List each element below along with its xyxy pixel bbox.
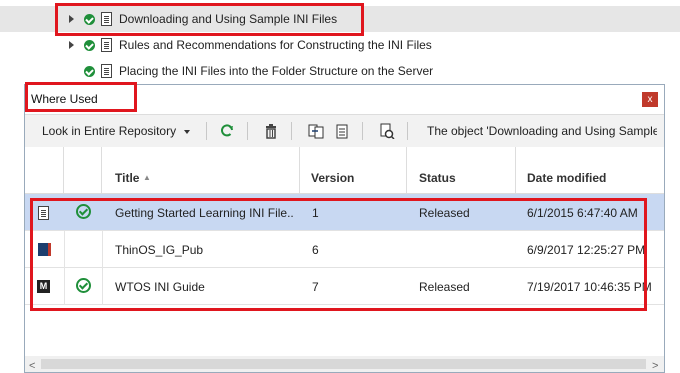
refresh-icon[interactable] [219, 123, 235, 139]
column-header-version-label: Version [311, 171, 355, 185]
column-header-date-modified[interactable]: Date modified [516, 147, 664, 193]
approved-check-icon [84, 39, 95, 51]
document-icon [101, 64, 112, 78]
sort-ascending-icon: ▲ [143, 173, 151, 182]
scroll-left-icon[interactable]: < [29, 360, 35, 372]
highlight-box-results [30, 198, 647, 311]
column-header-type[interactable] [25, 147, 64, 193]
report-icon[interactable] [334, 123, 350, 139]
toolbar-separator [407, 122, 408, 140]
expand-arrow-icon[interactable] [69, 41, 74, 49]
tree-item-label[interactable]: Rules and Recommendations for Constructi… [119, 38, 432, 52]
scope-dropdown[interactable]: Look in Entire Repository [42, 124, 176, 138]
delete-icon[interactable] [263, 123, 279, 139]
approved-check-icon [84, 65, 95, 77]
column-header-title[interactable]: Title ▲ [102, 147, 300, 193]
compare-icon[interactable] [308, 123, 324, 139]
toolbar-separator [362, 122, 363, 140]
column-header-version[interactable]: Version [300, 147, 407, 193]
document-icon [101, 38, 112, 52]
tree-item[interactable]: Placing the INI Files into the Folder St… [0, 58, 680, 84]
column-header-status[interactable]: Status [407, 147, 516, 193]
horizontal-scrollbar[interactable]: < > [25, 356, 664, 372]
chevron-down-icon[interactable] [184, 130, 190, 134]
toolbar-separator [247, 122, 248, 140]
where-used-message: The object 'Downloading and Using Sample… [427, 124, 657, 138]
preview-icon[interactable] [379, 123, 395, 139]
highlight-box-dialog-title [25, 82, 137, 112]
toolbar-separator [291, 122, 292, 140]
column-header-title-label: Title [115, 171, 140, 185]
scrollbar-thumb[interactable] [41, 359, 646, 369]
close-button[interactable]: x [642, 92, 658, 107]
tree-item-label[interactable]: Placing the INI Files into the Folder St… [119, 64, 433, 78]
toolbar: Look in Entire Repository The object 'Do… [25, 114, 664, 148]
scroll-right-icon[interactable]: > [652, 360, 658, 372]
highlight-box-tree-item [55, 3, 364, 36]
column-header-date-modified-label: Date modified [527, 171, 607, 185]
toolbar-separator [206, 122, 207, 140]
column-header-approved[interactable] [64, 147, 102, 193]
column-header-status-label: Status [419, 171, 456, 185]
grid-header: Title ▲ Version Status Date modified [25, 147, 664, 194]
